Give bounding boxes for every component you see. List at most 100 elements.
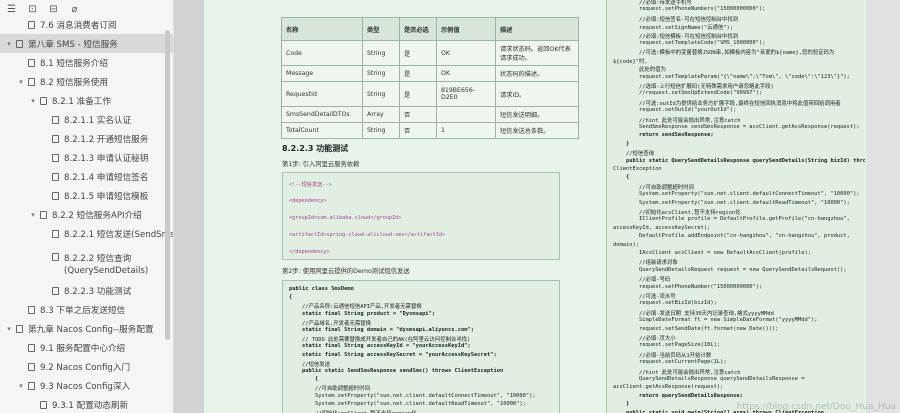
table-cell: 是 [399,81,437,107]
bookmark-icon [52,191,59,200]
outline-list-icon[interactable]: ☰ [6,4,17,15]
step2-text: 第2步: 使用阿里云提供的Demo测试短信发送 [282,268,410,275]
code-line: //必填-页大小 [613,336,676,342]
table-cell: Code [281,40,363,66]
bookmark-icon [52,253,59,261]
table-row: Message String 是 OK 状态码的描述。 [281,65,579,82]
table-cell: 短信发送总条数。 [495,122,579,139]
bookmark-icon [16,324,23,333]
table-cell: 是 [399,40,437,66]
expand-caret-icon[interactable]: ▾ [29,211,37,219]
outline-item[interactable]: 8.2.2.3 功能测试 [0,281,173,300]
table-cell: RequestId [281,81,363,107]
code-line: request.setTemplateParam("{\"name\":\"To… [613,73,850,80]
table-cell: String [362,40,400,66]
code-line: request.setPhoneNumbers("15000000000"); [613,6,766,13]
code-line: request.setSignName("云通信"); [613,25,734,32]
table-header-cell: 名称 [281,17,363,41]
expand-caret-icon[interactable]: ▾ [5,325,13,333]
outline-item[interactable]: ▾ 8.2 短信服务使用 [0,72,173,91]
outline-item[interactable]: 8.2.1.3 申请认证秘钥 [0,148,173,167]
table-row: TotalCount String 否 1 短信发送总条数。 [281,122,579,139]
code-line: request.setCurrentPage(1L); [613,359,727,366]
code-line: //可选:模板中的变量替换JSON串,如模板内容为"亲爱的${name},您的验… [613,50,835,57]
blog-watermark: https://blog.csdn.net/Dou_Hua_Hua [736,402,896,412]
code-line: //短信发送 [289,361,331,368]
outline-item-label: 9.1 服务配置中心介绍 [40,343,126,354]
code-line: <!--短信发送--> [289,182,332,188]
table-cell: TotalCount [281,122,363,139]
java-code-block-left: public class SmsDemo { //产品名称:云通信短信API产品,… [282,280,560,413]
outline-item[interactable]: 9.3.1 配置动态刷新 [0,395,173,413]
outline-item[interactable]: 8.2.2.1 短信发送(SendSms) [0,224,173,243]
code-line: QuerySendDetailsResponse querySendDetail… [613,376,805,382]
code-line: System.setProperty("sun.net.client.defau… [289,400,526,407]
bookmark-alt-icon[interactable]: ⊟ [48,4,59,15]
xml-code-block: <!--短信发送--> <dependency> <groupId>com.alib… [282,172,560,260]
outline-item[interactable]: 8.2.1.5 申请短信模板 [0,186,173,205]
outline-item[interactable]: ▾ 第八章 SMS - 短信服务 [0,34,173,53]
table-cell: OK [436,40,496,66]
code-line: //初始化acsClient,暂不支持region化 [613,210,741,216]
code-line: { [289,294,293,301]
table-cell: String [362,81,400,107]
table-cell: Array [362,106,400,123]
table-header-cell: 类型 [362,17,400,41]
expand-caret-icon[interactable]: ▾ [17,78,25,86]
table-cell: 状态码的描述。 [495,65,579,82]
code-line: public static QuerySendDetailsResponse q… [613,157,865,164]
outline-item[interactable]: 9.2 Nacos Config入门 [0,357,173,376]
code-line: //可自助调整超时时间 [289,386,370,393]
bookmark-icon[interactable]: ⊡ [27,4,38,15]
code-line: <artifactId>spring-cloud-alicloud-sms</a… [289,232,446,238]
table-row: RequestId String 是 819BE656-D2E0 请求ID。 [281,81,579,107]
outline-item[interactable]: 8.2.1.2 开通短信服务 [0,129,173,148]
expand-caret-icon[interactable]: ▾ [29,97,37,105]
response-params-table: 名称 类型 是否必选 示例值 描述 Code String 是 OK 请求状态码。返回OK代表请… [281,17,579,139]
code-line: //可选:outId为提供给业务方扩展字段,最终在短信回执消息中将此值带回给调用… [613,100,841,107]
code-line: static final String domain = "dysmsapi.a… [289,327,474,333]
outline-item[interactable]: ▾ 8.2.1 准备工作 [0,91,173,110]
expand-caret-icon[interactable]: ▾ [5,40,13,48]
code-line: //hint 此处可能会抛出异常,注意catch [613,369,741,376]
outline-item-label: 8.2.1 准备工作 [52,96,111,107]
outline-item[interactable]: ▾ 第九章 Nacos Config--服务配置 [0,319,173,338]
code-line: //选填-上行短信扩展码(无特殊需求用户请忽略此字段) [613,84,774,90]
outline-scrollbar[interactable] [165,30,170,340]
outline-item[interactable]: ▾ 9.3 Nacos Config深入 [0,376,173,395]
table-header-row: 名称 类型 是否必选 示例值 描述 [281,17,579,41]
bookmark-icon [28,77,35,86]
code-line: //可自助调整超时时间 [613,184,694,191]
outline-item-label: 8.2.1.5 申请短信模板 [64,191,149,202]
table-cell: 是 [399,65,437,82]
attachment-icon[interactable]: ⌀ [69,4,80,15]
code-line: System.setProperty("sun.net.client.defau… [613,199,850,206]
outline-item[interactable]: 9.1 服务配置中心介绍 [0,338,173,357]
code-line: ClientException [613,166,662,172]
outline-item-label: 8.1 短信服务介绍 [40,58,108,69]
outline-item[interactable]: 7.6 消息消费者订阅 [0,15,173,34]
bookmark-icon [16,39,23,48]
outline-item-label: 8.2.1.1 实名认证 [64,115,132,126]
table-cell: 1 [436,122,496,139]
code-line: 此处的值为 [613,67,666,74]
code-line: //hint 此处可能会抛出异常,注意catch [613,117,741,124]
outline-item-label: 8.2.2.2 短信查询(QuerySendDetails) [64,254,149,276]
code-line: SimpleDateFormat ft = new SimpleDateForm… [613,317,818,324]
code-line: </dependency> [289,249,330,255]
outline-item[interactable]: 8.3 下单之后发送短信 [0,300,173,319]
outline-item[interactable]: 8.2.2.2 短信查询(QuerySendDetails) [0,253,173,281]
bookmark-icon [52,134,59,143]
code-line: //必填-号码 [613,277,671,284]
expand-caret-icon[interactable]: ▾ [17,382,25,390]
outline-item[interactable]: ▾ 8.2.2 短信服务API介绍 [0,205,173,224]
code-line: <groupId>com.alibaba.cloud</groupId> [289,215,402,221]
outline-item[interactable]: 8.2.1.1 实名认证 [0,110,173,129]
table-header-cell: 描述 [495,17,579,41]
outline-item[interactable]: 8.2.1.4 申请短信签名 [0,167,173,186]
outline-item-label: 8.3 下单之后发送短信 [40,305,126,316]
bookmark-icon [52,286,59,295]
table-cell: SmsSendDetailDTOs [281,106,363,123]
outline-item[interactable]: 8.1 短信服务介绍 [0,53,173,72]
code-line: //必填:待发送手机号 [613,0,692,6]
